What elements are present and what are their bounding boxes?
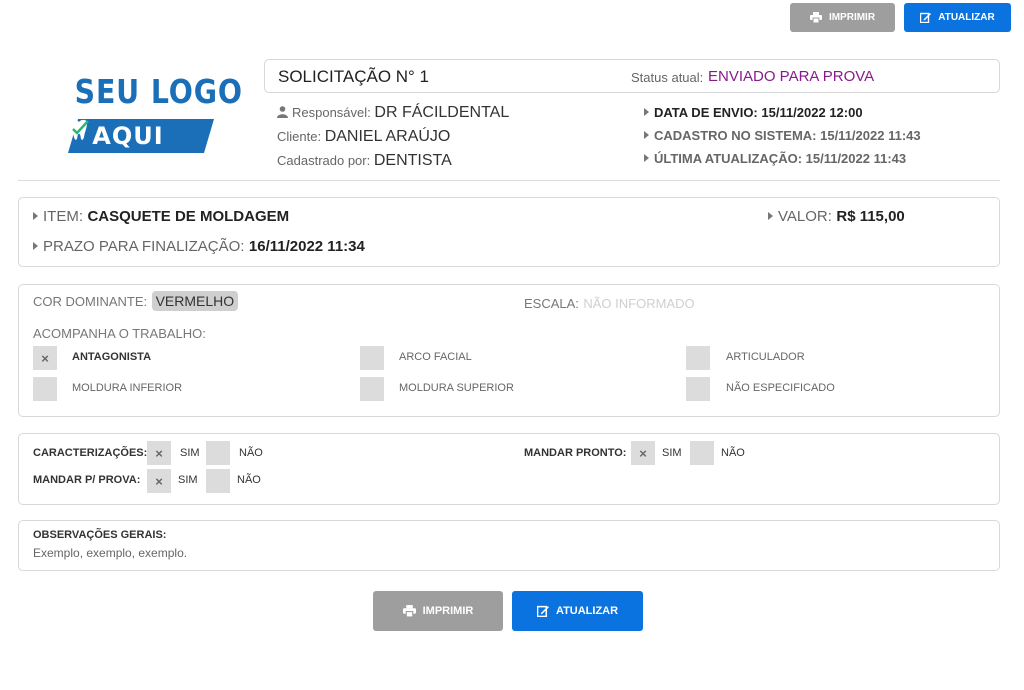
update-button-bottom[interactable]: ATUALIZAR bbox=[512, 591, 643, 631]
checkbox-moldura-superior[interactable] bbox=[360, 377, 384, 401]
caret-right-icon bbox=[644, 154, 649, 162]
observations-panel: OBSERVAÇÕES GERAIS: Exemplo, exemplo, ex… bbox=[18, 520, 1000, 571]
client-value: DANIEL ARAÚJO bbox=[324, 128, 451, 145]
deadline-label: PRAZO PARA FINALIZAÇÃO: bbox=[43, 238, 245, 255]
scale-label: ESCALA: bbox=[524, 296, 579, 311]
registered-by-row: Cadastrado por: DENTISTA bbox=[277, 152, 452, 170]
update-button-label: ATUALIZAR bbox=[555, 605, 619, 617]
dominant-color-label: COR DOMINANTE: bbox=[33, 294, 148, 309]
value-row: VALOR: R$ 115,00 bbox=[768, 208, 905, 226]
observations-label: OBSERVAÇÕES GERAIS: bbox=[33, 529, 167, 541]
charac-yes-label: SIM bbox=[180, 447, 200, 459]
characterizations-label: CARACTERIZAÇÕES: bbox=[33, 447, 148, 459]
checkbox-articulador[interactable] bbox=[686, 346, 710, 370]
option-label: ARTICULADOR bbox=[726, 351, 805, 363]
send-ready-yes-checkbox[interactable]: × bbox=[631, 441, 655, 465]
send-ready-label: MANDAR PRONTO: bbox=[524, 447, 627, 459]
dominant-color-row: COR DOMINANTE: VERMELHO bbox=[33, 291, 239, 311]
check-mark-icon: × bbox=[155, 445, 163, 461]
print-button-bottom[interactable]: IMPRIMIR bbox=[373, 591, 503, 631]
send-ready-no-checkbox[interactable] bbox=[690, 441, 714, 465]
status-value: ENVIADO PARA PROVA bbox=[708, 68, 875, 85]
value-label: VALOR: bbox=[778, 208, 832, 225]
registered-by-label: Cadastrado por: bbox=[277, 153, 371, 168]
option-label: ANTAGONISTA bbox=[72, 351, 152, 363]
edit-icon bbox=[920, 12, 932, 23]
dominant-color-value: VERMELHO bbox=[151, 291, 239, 311]
send-trial-no-checkbox[interactable] bbox=[206, 469, 230, 493]
request-title: SOLICITAÇÃO N° 1 bbox=[278, 67, 430, 86]
item-panel: ITEM: CASQUETE DE MOLDAGEM VALOR: R$ 115… bbox=[18, 197, 1000, 267]
print-button-top[interactable]: IMPRIMIR bbox=[790, 3, 895, 32]
option-label: MOLDURA SUPERIOR bbox=[399, 382, 514, 394]
system-registration-row: CADASTRO NO SISTEMA: 15/11/2022 11:43 bbox=[644, 128, 921, 143]
print-button-label: IMPRIMIR bbox=[828, 12, 876, 23]
responsible-row: Responsável: DR FÁCILDENTAL bbox=[277, 104, 509, 122]
last-update: ÚLTIMA ATUALIZAÇÃO: 15/11/2022 11:43 bbox=[654, 151, 907, 166]
client-label: Cliente: bbox=[277, 129, 322, 144]
responsible-value: DR FÁCILDENTAL bbox=[374, 104, 510, 121]
check-mark-icon: × bbox=[41, 350, 49, 366]
check-mark-icon: × bbox=[155, 473, 163, 489]
check-mark-icon: × bbox=[639, 445, 647, 461]
tooth-icon bbox=[71, 119, 89, 140]
send-trial-yes-label: SIM bbox=[178, 474, 198, 486]
printer-icon bbox=[402, 605, 416, 617]
item-value: CASQUETE DE MOLDAGEM bbox=[87, 208, 290, 225]
divider bbox=[18, 180, 1000, 181]
checkbox-nao-especificado[interactable] bbox=[686, 377, 710, 401]
sent-date-row: DATA DE ENVIO: 15/11/2022 12:00 bbox=[644, 105, 863, 120]
request-header: SOLICITAÇÃO N° 1 Status atual: ENVIADO P… bbox=[264, 59, 1000, 93]
last-update-row: ÚLTIMA ATUALIZAÇÃO: 15/11/2022 11:43 bbox=[644, 151, 906, 166]
characterizations-panel: CARACTERIZAÇÕES: × SIM NÃO MANDAR PRONTO… bbox=[18, 433, 1000, 505]
update-button-label: ATUALIZAR bbox=[938, 12, 995, 23]
charac-no-label: NÃO bbox=[239, 447, 263, 459]
registered-by-value: DENTISTA bbox=[373, 152, 452, 169]
item-label: ITEM: bbox=[43, 208, 83, 225]
accompanies-label: ACOMPANHA O TRABALHO: bbox=[33, 326, 206, 341]
scale-value: NÃO INFORMADO bbox=[583, 296, 695, 311]
printer-icon bbox=[809, 12, 822, 23]
responsible-label: Responsável: bbox=[292, 105, 371, 120]
client-row: Cliente: DANIEL ARAÚJO bbox=[277, 128, 450, 146]
value-value: R$ 115,00 bbox=[836, 208, 905, 225]
user-icon bbox=[277, 106, 288, 118]
caret-right-icon bbox=[644, 108, 649, 116]
print-button-label: IMPRIMIR bbox=[422, 605, 474, 617]
deadline-row: PRAZO PARA FINALIZAÇÃO: 16/11/2022 11:34 bbox=[33, 238, 365, 256]
caret-right-icon bbox=[768, 212, 773, 220]
sent-date: DATA DE ENVIO: 15/11/2022 12:00 bbox=[654, 105, 863, 120]
send-ready-no-label: NÃO bbox=[721, 447, 745, 459]
caret-right-icon bbox=[644, 131, 649, 139]
logo-text-line1: SEU LOGO bbox=[74, 72, 243, 111]
update-button-top[interactable]: ATUALIZAR bbox=[904, 3, 1011, 32]
option-label: MOLDURA INFERIOR bbox=[72, 382, 183, 394]
checkbox-moldura-inferior[interactable] bbox=[33, 377, 57, 401]
caret-right-icon bbox=[33, 212, 38, 220]
edit-icon bbox=[536, 605, 549, 617]
scale-row: ESCALA: NÃO INFORMADO bbox=[524, 295, 695, 313]
send-ready-yes-label: SIM bbox=[662, 447, 682, 459]
observations-value: Exemplo, exemplo, exemplo. bbox=[33, 546, 188, 560]
send-trial-yes-checkbox[interactable]: × bbox=[147, 469, 171, 493]
system-registration: CADASTRO NO SISTEMA: 15/11/2022 11:43 bbox=[654, 128, 921, 143]
charac-yes-checkbox[interactable]: × bbox=[147, 441, 171, 465]
option-label: ARCO FACIAL bbox=[399, 351, 472, 363]
item-row: ITEM: CASQUETE DE MOLDAGEM bbox=[33, 208, 289, 226]
option-label: NÃO ESPECIFICADO bbox=[726, 382, 835, 394]
color-panel: COR DOMINANTE: VERMELHO ESCALA: NÃO INFO… bbox=[18, 284, 1000, 417]
send-trial-label: MANDAR P/ PROVA: bbox=[33, 474, 141, 486]
status-label: Status atual: bbox=[631, 70, 704, 85]
send-trial-no-label: NÃO bbox=[237, 474, 261, 486]
deadline-value: 16/11/2022 11:34 bbox=[248, 238, 365, 255]
company-logo: SEU LOGO AQUI bbox=[64, 72, 243, 156]
checkbox-antagonista[interactable]: × bbox=[33, 346, 57, 370]
charac-no-checkbox[interactable] bbox=[206, 441, 230, 465]
checkbox-arco-facial[interactable] bbox=[360, 346, 384, 370]
caret-right-icon bbox=[33, 242, 38, 250]
